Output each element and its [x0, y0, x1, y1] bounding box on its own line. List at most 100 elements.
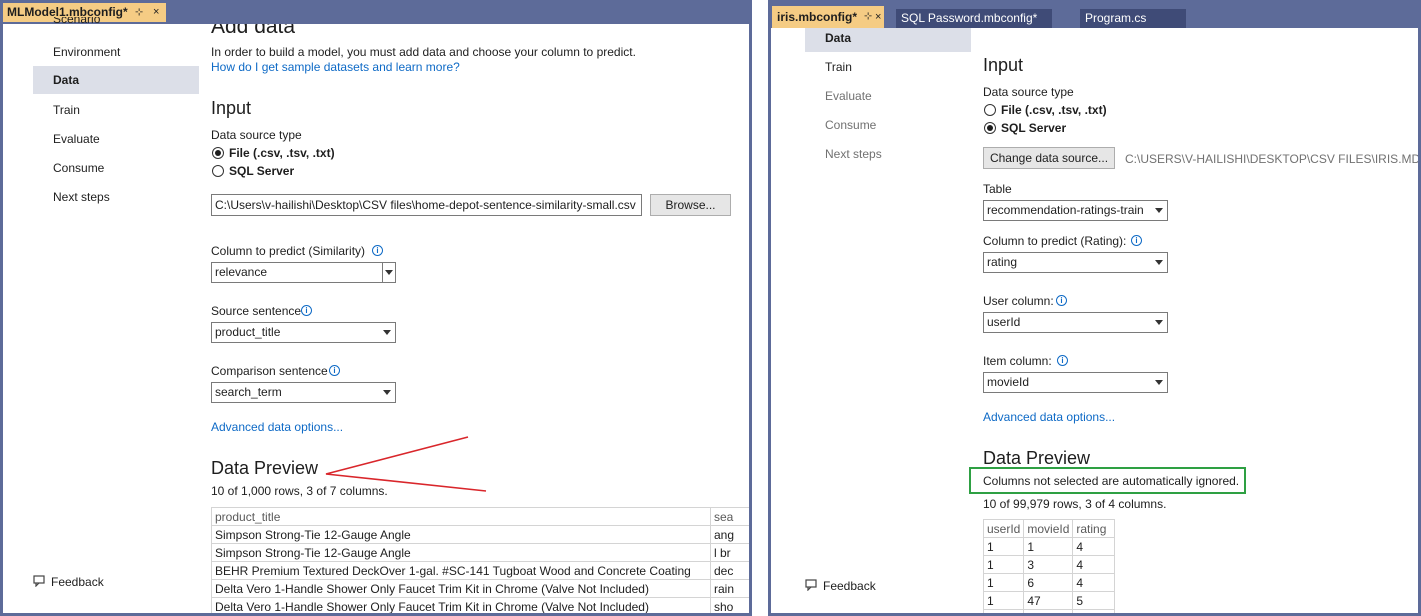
- radio-sql[interactable]: [984, 122, 996, 134]
- column-header[interactable]: rating: [1072, 519, 1116, 538]
- comparison-sentence-select[interactable]: search_term: [211, 382, 396, 403]
- table-cell: 4: [1072, 573, 1116, 592]
- table-cell: 1: [983, 591, 1025, 610]
- column-header[interactable]: sea: [709, 507, 752, 526]
- nav-data[interactable]: Data: [33, 66, 199, 94]
- chevron-down-icon: [383, 390, 391, 395]
- preview-table: userId movieId rating 1 1 4 1 3 4 1 6 4 …: [983, 519, 1116, 616]
- column-predict-select[interactable]: relevance: [211, 262, 396, 283]
- table-cell: [983, 609, 1025, 616]
- radio-file-label: File (.csv, .tsv, .txt): [1001, 103, 1107, 117]
- preview-table: product_title sea Simpson Strong-Tie 12-…: [211, 507, 752, 616]
- item-column-select[interactable]: movieId: [983, 372, 1168, 393]
- table-cell: rain: [709, 579, 752, 598]
- radio-file-label: File (.csv, .tsv, .txt): [229, 146, 335, 160]
- feedback-icon: [805, 579, 817, 591]
- advanced-data-options-link[interactable]: Advanced data options...: [211, 420, 343, 434]
- source-sentence-select[interactable]: product_title: [211, 322, 396, 343]
- tab-program-cs[interactable]: Program.cs: [1080, 9, 1186, 28]
- feedback-icon: [33, 575, 45, 587]
- info-icon[interactable]: i: [372, 245, 383, 256]
- table-cell: 6: [1023, 573, 1074, 592]
- input-heading: Input: [983, 55, 1024, 75]
- table-row: Simpson Strong-Tie 12-Gauge Angle ang: [211, 525, 752, 544]
- pin-icon[interactable]: ⊹: [864, 6, 872, 28]
- table-label: Table: [983, 182, 1012, 196]
- radio-file[interactable]: [984, 104, 996, 116]
- column-predict-label: Column to predict (Rating):: [983, 234, 1127, 248]
- user-column-select[interactable]: userId: [983, 312, 1168, 333]
- table-cell: 3: [1023, 555, 1074, 574]
- input-heading: Input: [211, 98, 252, 118]
- tab-label: iris.mbconfig*: [777, 10, 858, 24]
- column-predict-label: Column to predict (Similarity): [211, 244, 366, 258]
- close-icon[interactable]: ×: [153, 3, 159, 22]
- data-source-label: Data source type: [211, 128, 302, 142]
- nav-consume[interactable]: Consume: [825, 118, 876, 132]
- info-icon[interactable]: i: [329, 365, 340, 376]
- comparison-sentence-value: search_term: [215, 385, 282, 399]
- table-value: recommendation-ratings-train: [987, 203, 1144, 217]
- table-header-row: userId movieId rating: [983, 519, 1116, 538]
- table-cell: 4: [1072, 537, 1116, 556]
- nav-evaluate[interactable]: Evaluate: [53, 132, 100, 146]
- close-icon[interactable]: ×: [875, 6, 881, 28]
- source-sentence-value: product_title: [215, 325, 281, 339]
- table-cell: 1: [983, 555, 1025, 574]
- pin-icon[interactable]: ⊹: [135, 3, 143, 22]
- nav-consume[interactable]: Consume: [53, 161, 104, 175]
- preview-count: 10 of 99,979 rows, 3 of 4 columns.: [983, 497, 1167, 511]
- tab-sql-password[interactable]: SQL Password.mbconfig*: [896, 9, 1052, 28]
- info-icon[interactable]: i: [301, 305, 312, 316]
- data-source-path: C:\USERS\V-HAILISHI\DESKTOP\CSV FILES\IR…: [1125, 152, 1421, 166]
- table-row: 1 47 5: [983, 591, 1116, 610]
- table-cell: Simpson Strong-Tie 12-Gauge Angle: [211, 525, 711, 544]
- user-column-value: userId: [987, 315, 1021, 329]
- data-preview-heading: Data Preview: [983, 448, 1091, 468]
- data-preview-heading: Data Preview: [211, 458, 319, 478]
- table-cell: [1023, 609, 1074, 616]
- chevron-down-icon: [1155, 380, 1163, 385]
- column-header[interactable]: movieId: [1023, 519, 1074, 538]
- table-cell: 4: [1072, 555, 1116, 574]
- browse-button[interactable]: Browse...: [650, 194, 731, 216]
- nav-scenario[interactable]: Scenario: [53, 17, 100, 29]
- ignored-columns-note: Columns not selected are automatically i…: [983, 474, 1240, 488]
- table-select[interactable]: recommendation-ratings-train: [983, 200, 1168, 221]
- radio-sql-label: SQL Server: [229, 164, 295, 178]
- preview-table-container: userId movieId rating 1 1 4 1 3 4 1 6 4 …: [983, 519, 1123, 616]
- nav-next-steps[interactable]: Next steps: [825, 147, 882, 161]
- page-title-clip: Add data: [211, 24, 295, 36]
- item-column-label: Item column:: [983, 354, 1052, 368]
- nav-next-steps[interactable]: Next steps: [53, 190, 110, 204]
- column-predict-select[interactable]: rating: [983, 252, 1168, 273]
- left-tab-strip: MLModel1.mbconfig* ⊹ ×: [0, 0, 752, 24]
- change-data-source-button[interactable]: Change data source...: [983, 147, 1115, 169]
- info-icon[interactable]: i: [1057, 355, 1068, 366]
- nav-evaluate[interactable]: Evaluate: [825, 89, 872, 103]
- info-icon[interactable]: i: [1131, 235, 1142, 246]
- radio-file[interactable]: [212, 147, 224, 159]
- advanced-data-options-link[interactable]: Advanced data options...: [983, 410, 1115, 424]
- pane-gap: [752, 0, 768, 616]
- feedback-label: Feedback: [823, 579, 876, 593]
- nav-environment[interactable]: Environment: [53, 45, 120, 59]
- tab-iris[interactable]: iris.mbconfig* ⊹ ×: [772, 6, 884, 28]
- chevron-down-icon: [1155, 208, 1163, 213]
- column-header[interactable]: userId: [983, 519, 1025, 538]
- table-cell: 1: [983, 573, 1025, 592]
- radio-sql[interactable]: [212, 165, 224, 177]
- nav-train[interactable]: Train: [53, 103, 80, 117]
- table-row: 1 1 4: [983, 537, 1116, 556]
- column-header[interactable]: product_title: [211, 507, 711, 526]
- table-header-row: product_title sea: [211, 507, 752, 526]
- sample-datasets-link[interactable]: How do I get sample datasets and learn m…: [211, 60, 460, 74]
- info-icon[interactable]: i: [1056, 295, 1067, 306]
- table-cell: ang: [709, 525, 752, 544]
- preview-table-container: product_title sea Simpson Strong-Tie 12-…: [211, 507, 752, 616]
- source-sentence-label: Source sentence: [211, 304, 302, 318]
- nav-train[interactable]: Train: [825, 60, 852, 74]
- file-path-input[interactable]: C:\Users\v-hailishi\Desktop\CSV files\ho…: [211, 194, 642, 216]
- table-cell: l br: [709, 543, 752, 562]
- nav-data[interactable]: Data: [805, 28, 971, 52]
